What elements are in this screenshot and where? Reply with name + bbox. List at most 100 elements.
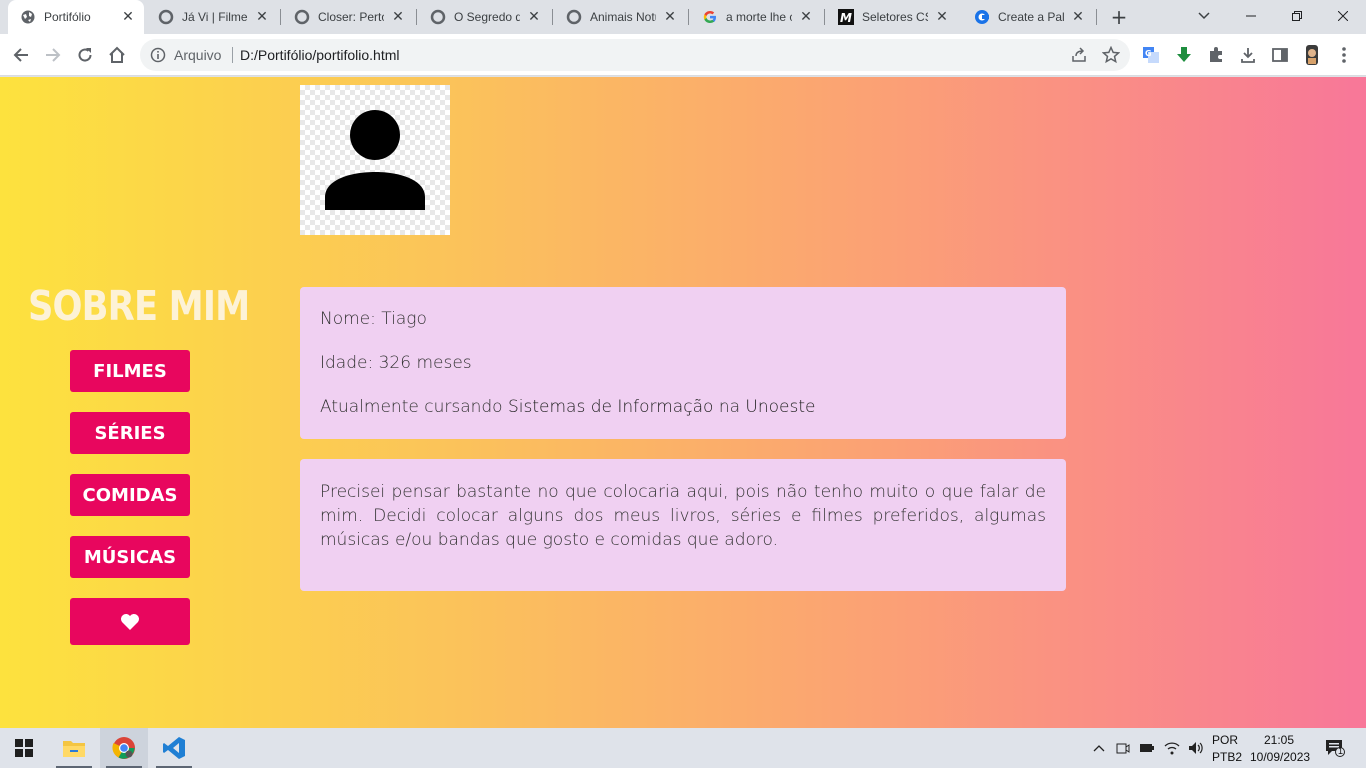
translate-icon[interactable]: G xyxy=(1141,45,1161,65)
info-card: Nome: Tiago Idade: 326 meses Atualmente … xyxy=(300,287,1066,439)
notifications-icon[interactable]: 1 xyxy=(1322,728,1348,768)
close-icon[interactable]: ✕ xyxy=(662,9,678,25)
clock-time[interactable]: 21:05 xyxy=(1264,733,1294,747)
nav-button-heart[interactable] xyxy=(70,598,190,645)
language-bottom[interactable]: PTB2 xyxy=(1212,750,1242,764)
address-bar[interactable]: Arquivo D:/Portifólio/portifolio.html xyxy=(140,39,1130,71)
close-icon[interactable]: ✕ xyxy=(798,9,814,25)
name-text: Nome: Tiago xyxy=(320,309,427,329)
about-card: Precisei pensar bastante no que colocari… xyxy=(300,459,1066,591)
chevron-up-icon[interactable] xyxy=(1090,728,1108,768)
tab-ja-vi[interactable]: Já Vi | Filmes ✕ xyxy=(146,0,278,34)
tab-title: Já Vi | Filmes xyxy=(182,10,248,24)
nav-button-comidas[interactable]: COMIDAS xyxy=(70,474,190,516)
windows-start-icon[interactable] xyxy=(0,728,48,768)
window-close-icon[interactable] xyxy=(1320,0,1366,32)
nav-button-filmes[interactable]: FILMES xyxy=(70,350,190,392)
extensions-puzzle-icon[interactable] xyxy=(1206,45,1226,65)
about-text: Precisei pensar bastante no que colocari… xyxy=(320,482,1046,550)
tab-separator xyxy=(416,9,417,25)
globe-icon xyxy=(20,9,36,25)
chrome-circle-icon xyxy=(294,9,310,25)
close-icon[interactable]: ✕ xyxy=(120,9,136,25)
tab-title: Seletores CSS xyxy=(862,10,928,24)
file-explorer-icon[interactable] xyxy=(50,728,98,768)
heart-icon xyxy=(121,613,139,630)
wifi-icon[interactable] xyxy=(1162,728,1182,768)
profile-picture xyxy=(300,85,450,235)
close-icon[interactable]: ✕ xyxy=(1070,9,1086,25)
m-logo-icon: M xyxy=(838,9,854,25)
home-icon[interactable] xyxy=(102,40,132,70)
profile-avatar[interactable] xyxy=(1302,45,1322,65)
tab-separator xyxy=(1096,9,1097,25)
nav-button-series[interactable]: SÉRIES xyxy=(70,412,190,454)
close-icon[interactable]: ✕ xyxy=(390,9,406,25)
vscode-icon[interactable] xyxy=(150,728,198,768)
tab-separator xyxy=(688,9,689,25)
back-icon[interactable] xyxy=(6,40,36,70)
course-line: Atualmente cursando Sistemas de Informaç… xyxy=(320,397,815,417)
tab-animais[interactable]: Animais Notu ✕ xyxy=(554,0,686,34)
tab-seletores-css[interactable]: M Seletores CSS ✕ xyxy=(826,0,958,34)
forward-icon[interactable] xyxy=(38,40,68,70)
url-scheme: Arquivo xyxy=(174,47,222,63)
url-text[interactable]: D:/Portifólio/portifolio.html xyxy=(240,47,400,63)
tab-o-segredo[interactable]: O Segredo do ✕ xyxy=(418,0,550,34)
window-controls xyxy=(1228,0,1366,32)
c-logo-icon xyxy=(974,9,990,25)
meet-now-icon[interactable] xyxy=(1114,728,1132,768)
chrome-circle-icon xyxy=(566,9,582,25)
course-mid: na xyxy=(718,397,741,417)
downloads-icon[interactable] xyxy=(1238,45,1258,65)
menu-kebab-icon[interactable] xyxy=(1334,45,1354,65)
tab-title: Closer: Perto xyxy=(318,10,384,24)
tab-separator xyxy=(824,9,825,25)
sidebar-title: SOBRE MIM xyxy=(28,282,250,330)
notification-count: 1 xyxy=(1338,746,1344,756)
chrome-taskbar-icon[interactable] xyxy=(100,728,148,768)
svg-text:G: G xyxy=(1145,49,1152,58)
minimize-icon[interactable] xyxy=(1228,0,1274,32)
tab-strip: Portifólio ✕ Já Vi | Filmes ✕ Closer: Pe… xyxy=(0,0,1366,34)
tab-portifolio[interactable]: Portifólio ✕ xyxy=(8,0,144,34)
tab-title: O Segredo do xyxy=(454,10,520,24)
google-g-icon xyxy=(702,9,718,25)
tab-title: a morte lhe ca xyxy=(726,10,792,24)
side-panel-icon[interactable] xyxy=(1270,45,1290,65)
new-tab-button[interactable]: + xyxy=(1106,5,1132,29)
windows-taskbar: POR PTB2 21:05 10/09/2023 1 xyxy=(0,728,1366,768)
volume-icon[interactable] xyxy=(1186,728,1206,768)
close-icon[interactable]: ✕ xyxy=(934,9,950,25)
tab-title: Portifólio xyxy=(44,10,91,24)
nav-button-musicas[interactable]: MÚSICAS xyxy=(70,536,190,578)
tab-title: Animais Notu xyxy=(590,10,656,24)
reload-icon[interactable] xyxy=(70,40,100,70)
tab-closer[interactable]: Closer: Perto ✕ xyxy=(282,0,414,34)
chrome-circle-icon xyxy=(158,9,174,25)
course-prefix: Atualmente cursando xyxy=(320,397,503,417)
close-icon[interactable]: ✕ xyxy=(254,9,270,25)
tab-separator xyxy=(280,9,281,25)
age-text: Idade: 326 meses xyxy=(320,353,472,373)
chrome-circle-icon xyxy=(430,9,446,25)
tab-create-palette[interactable]: Create a Palet ✕ xyxy=(962,0,1094,34)
clock-date[interactable]: 10/09/2023 xyxy=(1250,750,1310,764)
svg-text:M: M xyxy=(840,11,852,25)
bookmark-star-icon[interactable] xyxy=(1101,45,1121,64)
tab-a-morte[interactable]: a morte lhe ca ✕ xyxy=(690,0,822,34)
info-icon[interactable] xyxy=(150,47,166,63)
url-separator xyxy=(232,47,233,63)
close-icon[interactable]: ✕ xyxy=(526,9,542,25)
language-top[interactable]: POR xyxy=(1212,733,1238,747)
tab-title: Create a Palet xyxy=(998,10,1064,24)
download-arrow-green-icon[interactable] xyxy=(1174,45,1194,65)
browser-toolbar: Arquivo D:/Portifólio/portifolio.html G xyxy=(0,34,1366,76)
restore-icon[interactable] xyxy=(1274,0,1320,32)
battery-icon[interactable] xyxy=(1138,728,1156,768)
university-name: Unoeste xyxy=(745,397,816,417)
tab-search-icon[interactable] xyxy=(1190,4,1218,28)
page-viewport: SOBRE MIM FILMES SÉRIES COMIDAS MÚSICAS … xyxy=(0,77,1366,728)
person-icon xyxy=(325,110,425,210)
share-icon[interactable] xyxy=(1070,46,1088,64)
